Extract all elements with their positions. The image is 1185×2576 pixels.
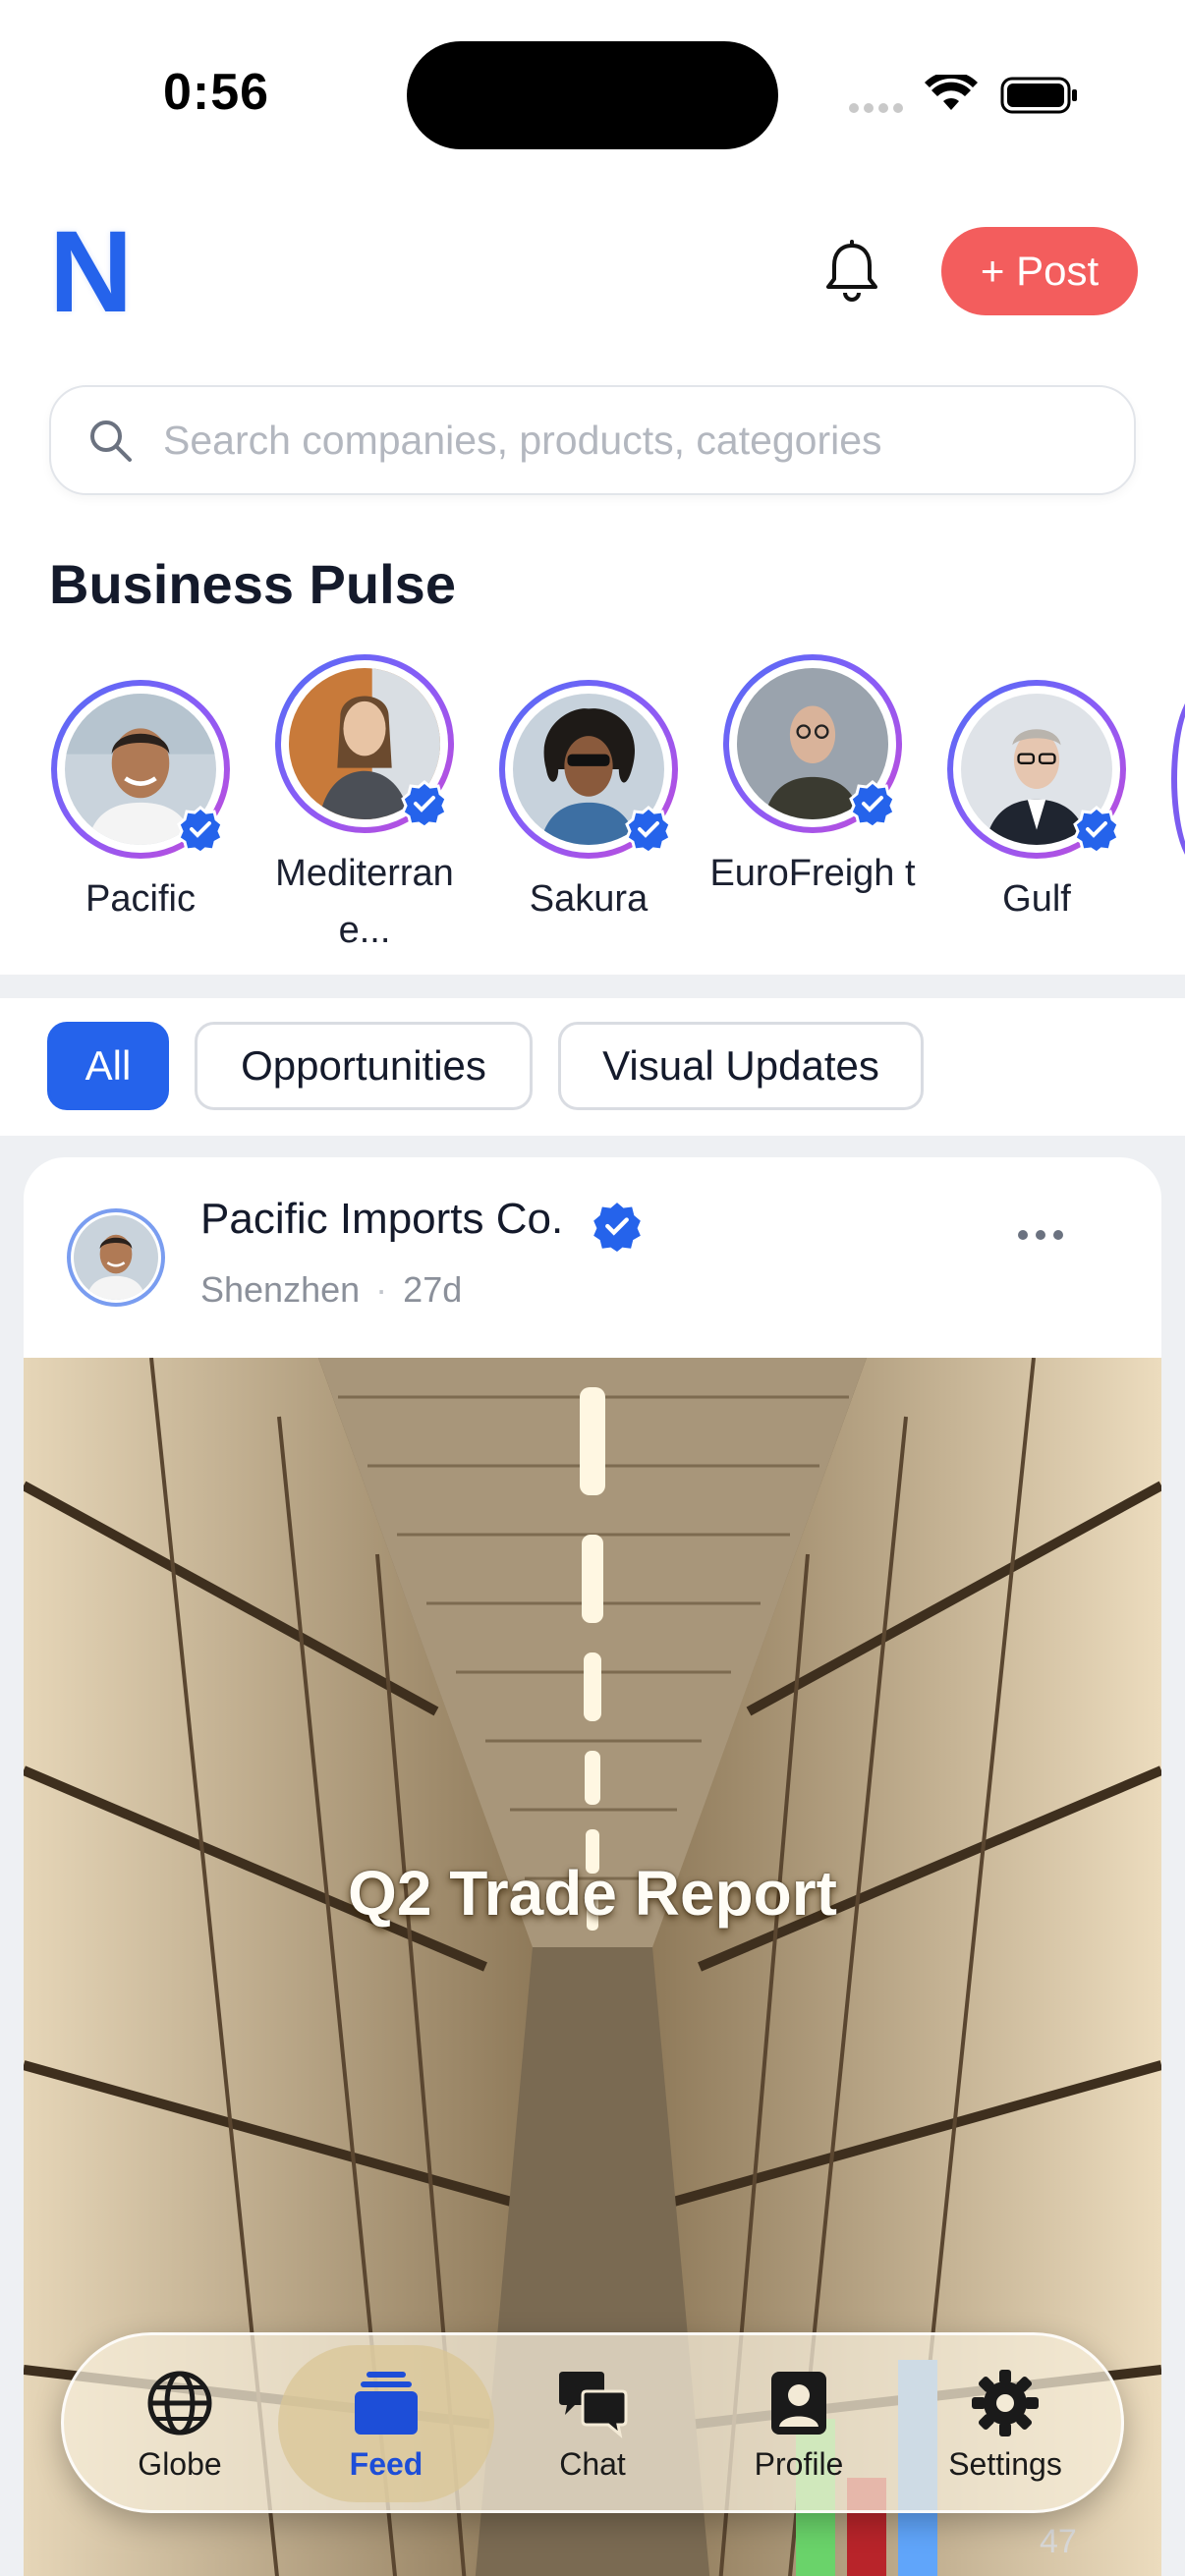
story-avatar-ring: [499, 680, 678, 859]
tab-globe[interactable]: Globe: [72, 2345, 288, 2502]
status-time: 0:56: [163, 64, 270, 121]
section-title-business-pulse: Business Pulse: [49, 553, 456, 615]
story-pacific[interactable]: Pacific: [28, 680, 254, 927]
story-mediterranean[interactable]: Mediterran e...: [252, 654, 478, 959]
section-divider: [0, 975, 1185, 998]
story-avatar-ring: [723, 654, 902, 833]
post-company-name[interactable]: Pacific Imports Co.: [200, 1195, 563, 1244]
meta-separator: ·: [375, 1269, 388, 1310]
app-screen: 0:56 N + Post Business Pulse: [0, 0, 1185, 2576]
search-bar[interactable]: [49, 385, 1136, 495]
filter-chip-visual-updates[interactable]: Visual Updates: [558, 1022, 924, 1110]
verified-badge-icon: [593, 1203, 641, 1252]
search-icon: [90, 420, 132, 462]
post-age: 27d: [403, 1269, 463, 1310]
filter-chip-all[interactable]: All: [47, 1022, 169, 1110]
story-label: Mediterran e...: [275, 853, 454, 951]
story-gulf[interactable]: Gulf: [924, 680, 1150, 927]
tab-feed[interactable]: Feed: [278, 2345, 494, 2502]
story-label: EuroFreigh t: [709, 853, 916, 894]
story-label: Gulf: [1002, 878, 1071, 920]
app-logo[interactable]: N: [49, 214, 138, 330]
story-avatar-ring: [51, 680, 230, 859]
media-title: Q2 Trade Report: [348, 1858, 837, 1929]
story-label: Pacific: [85, 878, 196, 920]
filter-bar: All Opportunities Visual Updates: [0, 998, 1185, 1136]
post-meta: Shenzhen · 27d: [200, 1269, 462, 1311]
battery-icon: [1000, 77, 1077, 114]
more-options-icon[interactable]: [1018, 1230, 1063, 1240]
bottom-tab-bar: Globe Feed Chat Profile Settings: [61, 2332, 1124, 2513]
verified-badge-icon: [177, 806, 224, 853]
post-location: Shenzhen: [200, 1269, 361, 1310]
story-avatar-ring: [947, 680, 1126, 859]
story-label: Sakura: [529, 878, 649, 920]
stories-carousel[interactable]: Pacific Mediterran e... Sakura EuroFreig…: [0, 648, 1185, 963]
feed-icon: [355, 2371, 418, 2435]
post-author-avatar[interactable]: [67, 1208, 165, 1307]
filter-chip-opportunities[interactable]: Opportunities: [195, 1022, 533, 1110]
verified-badge-icon: [401, 780, 448, 827]
gear-icon: [972, 2369, 1039, 2436]
cellular-signal-icon: [849, 103, 903, 113]
tab-chat[interactable]: Chat: [484, 2345, 701, 2502]
search-input[interactable]: [163, 417, 1047, 464]
story-avatar-ring: [275, 654, 454, 833]
tab-label: Profile: [754, 2445, 844, 2482]
tab-profile[interactable]: Profile: [691, 2345, 907, 2502]
globe-icon: [147, 2371, 212, 2435]
wifi-icon: [925, 75, 978, 110]
media-counter: 47: [1040, 2523, 1077, 2560]
verified-badge-icon: [1073, 806, 1120, 853]
profile-icon: [771, 2371, 826, 2435]
verified-badge-icon: [849, 780, 896, 827]
tab-label: Feed: [349, 2445, 423, 2482]
story-sakura[interactable]: Sakura: [476, 680, 702, 927]
tab-label: Settings: [948, 2445, 1062, 2482]
notification-bell-icon[interactable]: [821, 240, 882, 305]
tab-settings[interactable]: Settings: [897, 2345, 1113, 2502]
story-eurofreight[interactable]: EuroFreigh t: [700, 654, 926, 902]
tab-label: Chat: [559, 2445, 626, 2482]
tab-label: Globe: [138, 2445, 222, 2482]
new-post-button[interactable]: + Post: [941, 227, 1138, 315]
chat-icon: [559, 2371, 628, 2438]
story-next-partial[interactable]: [1171, 690, 1185, 868]
dynamic-island: [407, 41, 778, 149]
verified-badge-icon: [625, 806, 672, 853]
